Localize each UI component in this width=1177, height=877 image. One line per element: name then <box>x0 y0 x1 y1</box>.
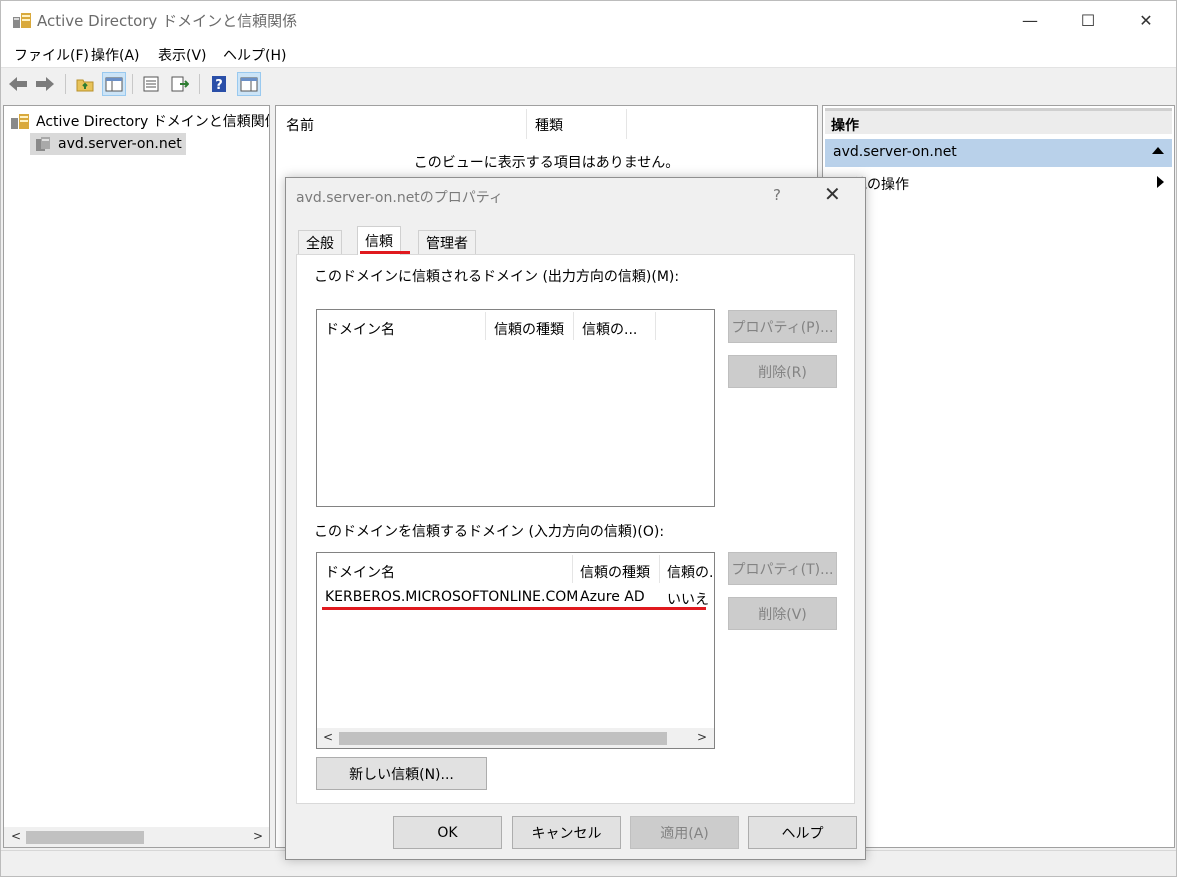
new-trust-button[interactable]: 新しい信頼(N)... <box>316 757 487 790</box>
scroll-thumb[interactable] <box>26 831 144 844</box>
column-header-name[interactable]: 名前 <box>286 115 314 135</box>
actions-domain-label: avd.server-on.net <box>833 144 957 160</box>
properties-dialog: avd.server-on.netのプロパティ ? ✕ 全般 信頼 管理者 この… <box>285 177 866 860</box>
toolbar: ? <box>1 69 1176 99</box>
outgoing-col-trust-type[interactable]: 信頼の種類 <box>494 319 564 339</box>
help-dialog-button[interactable]: ヘルプ <box>748 816 857 849</box>
svg-text:?: ? <box>215 78 223 93</box>
back-button[interactable] <box>6 72 30 96</box>
maximize-icon: ☐ <box>1080 10 1096 30</box>
ad-domains-app-icon <box>13 13 31 28</box>
tree-horizontal-scrollbar[interactable]: < > <box>4 827 269 847</box>
export-list-button[interactable] <box>168 72 192 96</box>
properties-button[interactable] <box>139 72 163 96</box>
outgoing-properties-button[interactable]: プロパティ(P)... <box>728 310 837 343</box>
export-list-icon <box>171 76 189 92</box>
up-level-button[interactable] <box>73 72 97 96</box>
incoming-properties-button[interactable]: プロパティ(T)... <box>728 552 837 585</box>
close-icon: ✕ <box>1139 10 1153 30</box>
show-action-pane-icon <box>240 77 258 92</box>
ad-domains-icon <box>11 114 29 129</box>
actions-pane: 操作 avd.server-on.net 他の操作 <box>822 105 1175 848</box>
ok-button[interactable]: OK <box>393 816 502 849</box>
help-button[interactable]: ? <box>207 72 231 96</box>
menu-file[interactable]: ファイル(F) <box>14 45 89 65</box>
incoming-trusts-label: このドメインを信頼するドメイン (入力方向の信頼)(O): <box>314 524 665 540</box>
incoming-horizontal-scrollbar[interactable]: < > <box>317 728 714 748</box>
outgoing-col-domain-name[interactable]: ドメイン名 <box>325 319 395 339</box>
scroll-right-icon[interactable]: > <box>697 730 707 744</box>
minimize-icon: — <box>1022 10 1038 30</box>
trust-domain-cell: KERBEROS.MICROSOFTONLINE.COM <box>325 589 579 605</box>
actions-domain-item[interactable]: avd.server-on.net <box>825 139 1172 167</box>
collapse-up-icon[interactable] <box>1152 147 1164 154</box>
maximize-button[interactable]: ☐ <box>1059 1 1117 39</box>
dialog-help-button[interactable]: ? <box>773 186 781 204</box>
close-button[interactable]: ✕ <box>1117 1 1175 39</box>
scroll-left-icon[interactable]: < <box>11 829 21 843</box>
menu-view[interactable]: 表示(V) <box>158 45 207 65</box>
tree-item-domain[interactable]: avd.server-on.net <box>30 133 186 155</box>
menu-help[interactable]: ヘルプ(H) <box>223 45 286 65</box>
trust-type-cell: Azure AD <box>580 589 645 605</box>
up-folder-icon <box>76 79 94 92</box>
cancel-button[interactable]: キャンセル <box>512 816 621 849</box>
outgoing-remove-button[interactable]: 削除(R) <box>728 355 837 388</box>
row-highlight-underline <box>322 607 706 610</box>
tab-managed-by[interactable]: 管理者 <box>418 230 476 254</box>
incoming-col-domain-name[interactable]: ドメイン名 <box>325 562 395 582</box>
domain-icon <box>36 137 50 151</box>
tree-item-label: avd.server-on.net <box>58 136 182 152</box>
tab-general[interactable]: 全般 <box>298 230 342 254</box>
actions-header: 操作 <box>825 108 1172 134</box>
incoming-col-transitive[interactable]: 信頼の. <box>667 562 713 582</box>
submenu-arrow-icon <box>1157 176 1164 188</box>
tab-highlight-underline <box>360 251 410 254</box>
window-title: Active Directory ドメインと信頼関係 <box>37 12 298 30</box>
forward-button[interactable] <box>33 72 57 96</box>
menu-action[interactable]: 操作(A) <box>91 45 140 65</box>
scroll-thumb[interactable] <box>339 732 667 745</box>
menu-bar: ファイル(F) 操作(A) 表示(V) ヘルプ(H) <box>1 39 1176 68</box>
scroll-left-icon[interactable]: < <box>323 730 333 744</box>
incoming-remove-button[interactable]: 削除(V) <box>728 597 837 630</box>
apply-button[interactable]: 適用(A) <box>630 816 739 849</box>
help-icon: ? <box>212 76 226 93</box>
tree-root-label: Active Directory ドメインと信頼関係 [ A <box>36 114 270 130</box>
forward-arrow-icon <box>36 77 54 91</box>
show-tree-button[interactable] <box>102 72 126 96</box>
trusts-tab-panel: このドメインに信頼されるドメイン (出力方向の信頼)(M): ドメイン名 信頼の… <box>296 254 855 804</box>
tree-root-item[interactable]: Active Directory ドメインと信頼関係 [ A <box>10 111 270 131</box>
column-header-type[interactable]: 種類 <box>535 115 563 135</box>
tree-pane: Active Directory ドメインと信頼関係 [ A avd.serve… <box>3 105 270 848</box>
properties-icon <box>143 76 159 92</box>
outgoing-trusts-label: このドメインに信頼されるドメイン (出力方向の信頼)(M): <box>314 269 680 285</box>
outgoing-col-transitive[interactable]: 信頼の... <box>582 319 637 339</box>
show-tree-icon <box>105 77 123 92</box>
show-action-pane-button[interactable] <box>237 72 261 96</box>
dialog-title: avd.server-on.netのプロパティ <box>296 190 503 206</box>
title-bar: Active Directory ドメインと信頼関係 — ☐ ✕ <box>1 1 1176 39</box>
dialog-close-button[interactable]: ✕ <box>824 182 841 206</box>
minimize-button[interactable]: — <box>1001 1 1059 39</box>
outgoing-trusts-list[interactable]: ドメイン名 信頼の種類 信頼の... <box>316 309 715 507</box>
incoming-col-trust-type[interactable]: 信頼の種類 <box>580 562 650 582</box>
incoming-trusts-list[interactable]: ドメイン名 信頼の種類 信頼の. KERBEROS.MICROSOFTONLIN… <box>316 552 715 749</box>
empty-list-message: このビューに表示する項目はありません。 <box>413 155 680 171</box>
scroll-right-icon[interactable]: > <box>253 829 263 843</box>
trust-transitive-cell: いいえ <box>667 592 709 608</box>
back-arrow-icon <box>9 77 27 91</box>
